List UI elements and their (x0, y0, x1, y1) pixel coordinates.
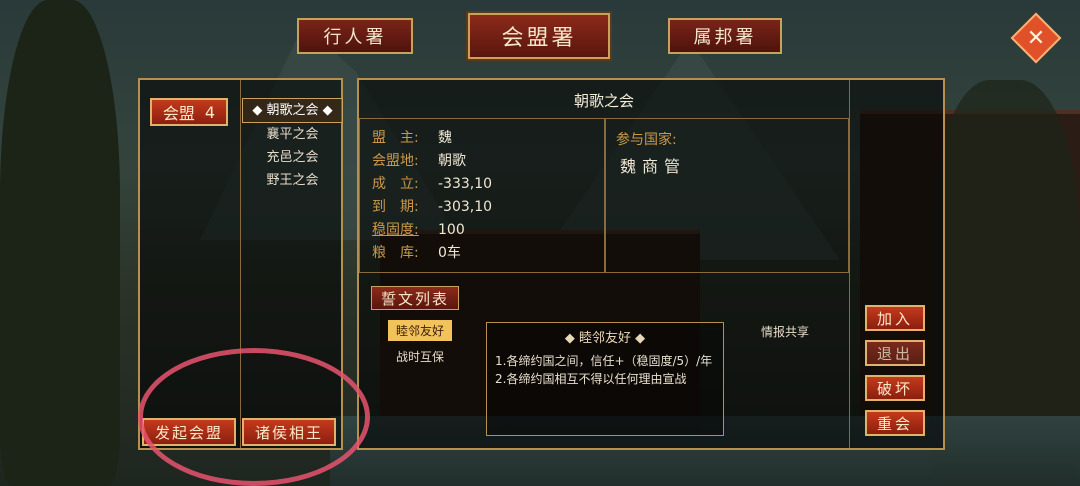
info-row: 成 立: -333,10 (372, 173, 604, 196)
members-list: 魏商管 (620, 157, 687, 176)
field-key: 到 期: (372, 199, 419, 215)
field-key: 会盟地: (372, 153, 419, 169)
sabotage-button[interactable]: 破坏 (865, 375, 925, 401)
alliance-info-box: 盟 主: 魏 会盟地: 朝歌 成 立: -333,10 到 期: -303,10 稳固度… (359, 118, 605, 273)
oath-rule: 1.各缔约国之间，信任+（稳固度/5）/年 (495, 354, 713, 368)
members-label: 参与国家: (616, 132, 677, 148)
list-item[interactable]: 充邑之会 (242, 146, 343, 169)
field-key: 盟 主: (372, 130, 419, 146)
join-button[interactable]: 加入 (865, 305, 925, 331)
field-value: 0车 (438, 245, 461, 261)
alliance-title: 朝歌之会 (573, 92, 634, 110)
oath-list-header: 誓文列表 (371, 286, 459, 310)
field-key: 粮 库: (372, 245, 419, 261)
alliance-list: ◆ 朝歌之会 ◆ 襄平之会 充邑之会 野王之会 (242, 98, 343, 192)
list-item[interactable]: 野王之会 (242, 169, 343, 192)
alliance-label: 会盟 (162, 104, 195, 123)
list-item-label: 朝歌之会 (266, 103, 319, 118)
oath-tag-intel-sharing[interactable]: 情报共享 (761, 323, 809, 340)
alliance-count: 4 (204, 102, 216, 122)
field-value: 100 (438, 222, 465, 238)
list-item[interactable]: 襄平之会 (242, 123, 343, 146)
oath-detail-box: ◆ 睦邻友好 ◆ 1.各缔约国之间，信任+（稳固度/5）/年 2.各缔约国相互不… (486, 322, 724, 436)
annotation-circle (138, 348, 370, 486)
close-icon: ✕ (1026, 25, 1046, 51)
field-value: 魏 (438, 130, 452, 146)
alliance-count-badge[interactable]: 会盟 4 (150, 98, 228, 126)
leave-button[interactable]: 退出 (865, 340, 925, 366)
list-item[interactable]: ◆ 朝歌之会 ◆ (242, 98, 343, 123)
tab-vassal-office[interactable]: 属邦署 (668, 18, 782, 54)
info-row: 粮 库: 0车 (372, 242, 604, 265)
field-key[interactable]: 稳固度: (372, 219, 438, 242)
divider (849, 80, 850, 448)
reconvene-button[interactable]: 重会 (865, 410, 925, 436)
oath-detail-title: ◆ 睦邻友好 ◆ (564, 331, 646, 346)
field-key: 成 立: (372, 176, 419, 192)
field-value: 朝歌 (438, 153, 466, 169)
tab-alliance-office[interactable]: 会盟署 (468, 13, 610, 59)
tab-envoy-office[interactable]: 行人署 (297, 18, 413, 54)
info-row: 盟 主: 魏 (372, 127, 604, 150)
oath-tag-friendship[interactable]: 睦邻友好 (388, 320, 453, 341)
info-row: 会盟地: 朝歌 (372, 150, 604, 173)
oath-rule: 2.各缔约国相互不得以任何理由宣战 (495, 372, 687, 386)
alliance-detail-panel: 朝歌之会 盟 主: 魏 会盟地: 朝歌 成 立: -333,10 到 期: -303,1… (357, 78, 945, 450)
oath-tag-mutual-defense[interactable]: 战时互保 (396, 348, 444, 365)
tree (0, 0, 120, 486)
info-row: 到 期: -303,10 (372, 196, 604, 219)
field-value: -333,10 (438, 176, 493, 192)
members-box: 参与国家: 魏商管 (605, 118, 849, 273)
info-row: 稳固度: 100 (372, 219, 604, 242)
oath-detail-title-text: 睦邻友好 (578, 331, 631, 346)
field-value: -303,10 (438, 199, 493, 215)
